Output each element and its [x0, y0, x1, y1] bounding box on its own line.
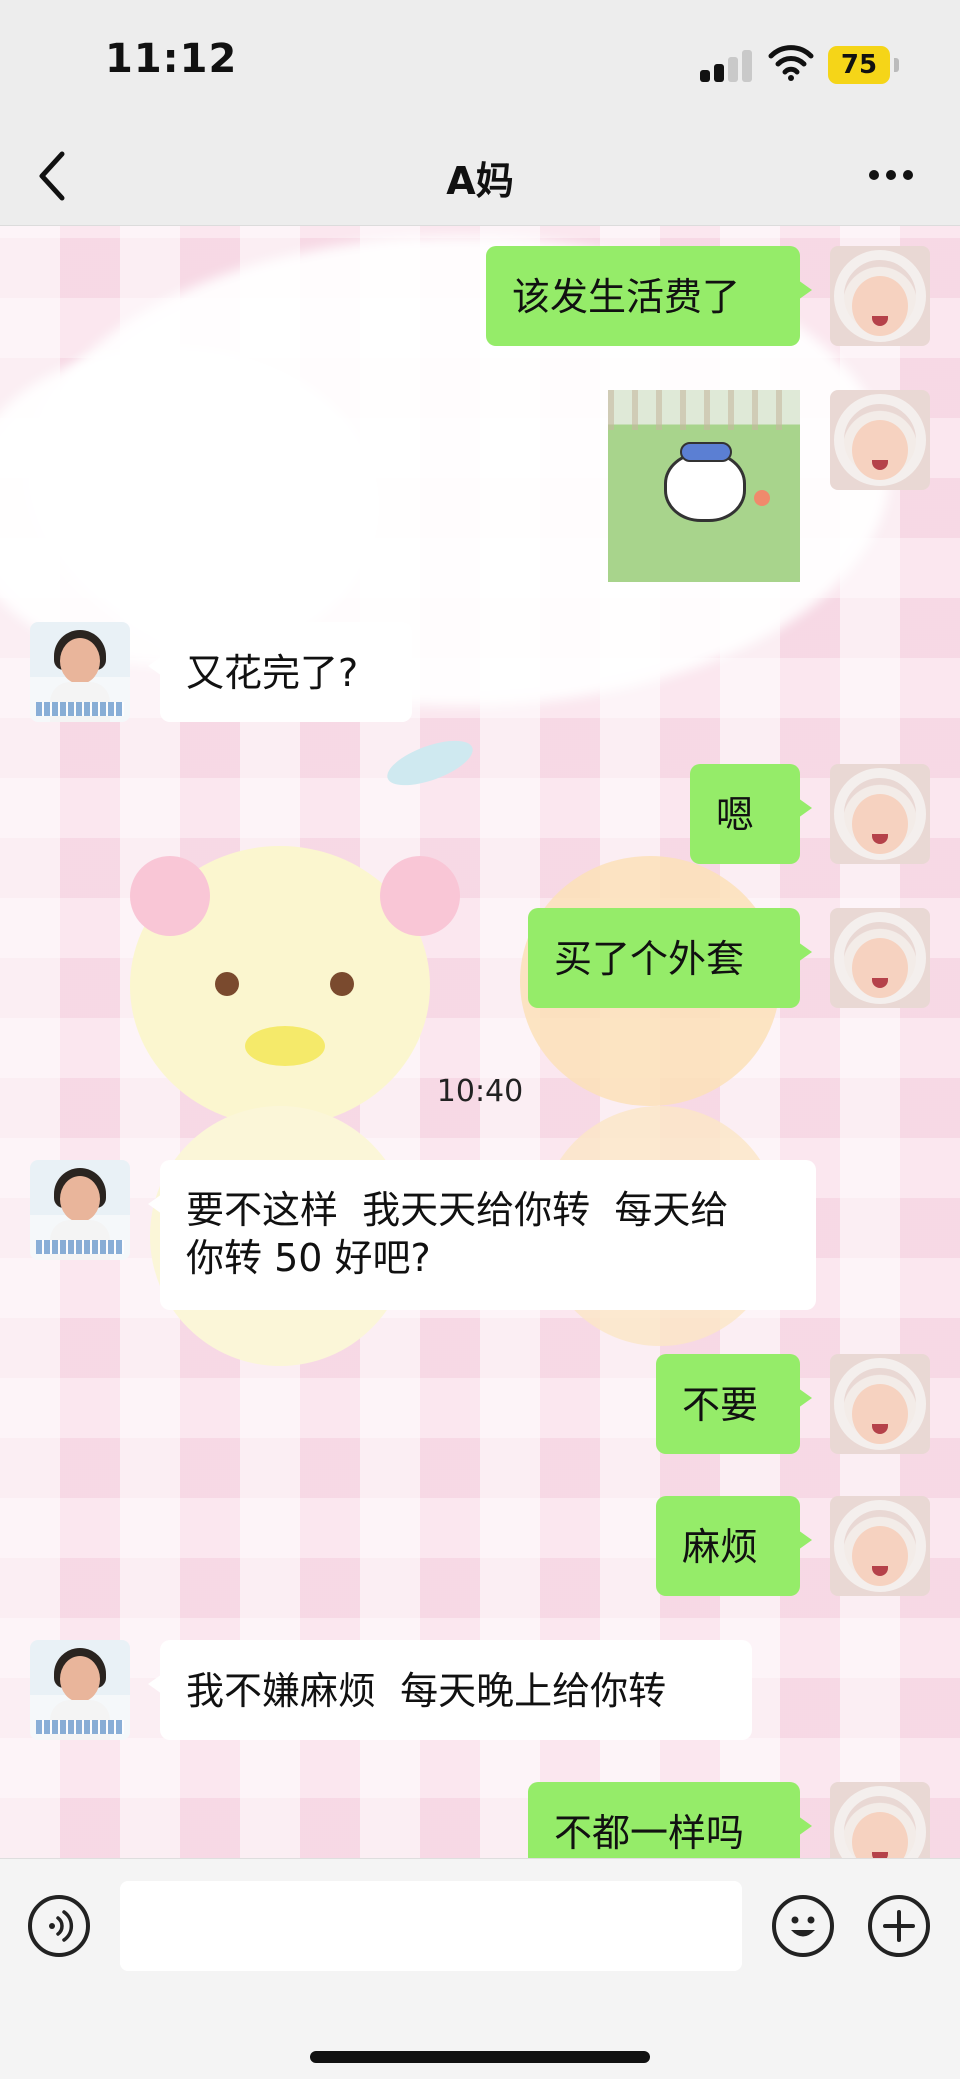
- message-bubble-incoming[interactable]: 我不嫌麻烦 每天晚上给你转: [148, 1640, 752, 1740]
- background-bear-yellow-eye: [215, 972, 239, 996]
- input-bar: [0, 1858, 960, 2079]
- more-options-icon[interactable]: [866, 160, 916, 190]
- avatar-self[interactable]: [830, 764, 930, 864]
- background-bear-yellow-eye: [330, 972, 354, 996]
- message-bubble-outgoing[interactable]: 不都一样吗: [528, 1782, 812, 1858]
- message-bubble-outgoing[interactable]: 嗯: [690, 764, 812, 864]
- avatar-contact[interactable]: [30, 1640, 130, 1740]
- battery-indicator: 75: [828, 46, 890, 84]
- message-bubble-outgoing[interactable]: 买了个外套: [528, 908, 812, 1008]
- background-bone: [381, 731, 479, 795]
- message-bubble-incoming[interactable]: 要不这样 我天天给你转 每天给 你转 50 好吧?: [148, 1160, 816, 1310]
- avatar-self[interactable]: [830, 1354, 930, 1454]
- avatar-self[interactable]: [830, 246, 930, 346]
- avatar-contact[interactable]: [30, 1160, 130, 1260]
- background-bear-bow: [245, 1026, 325, 1066]
- voice-icon[interactable]: [28, 1895, 90, 1957]
- avatar-self[interactable]: [830, 390, 930, 490]
- cat-sticker-icon[interactable]: [608, 390, 800, 582]
- message-bubble-outgoing[interactable]: 麻烦: [656, 1496, 812, 1596]
- avatar-contact[interactable]: [30, 622, 130, 722]
- status-time: 11:12: [105, 36, 238, 82]
- status-bar: 11:12 75: [0, 0, 960, 130]
- chat-title: A妈: [446, 159, 514, 203]
- message-bubble-incoming[interactable]: 又花完了?: [148, 622, 412, 722]
- emoji-icon[interactable]: [772, 1895, 834, 1957]
- avatar-self[interactable]: [830, 908, 930, 1008]
- message-bubble-outgoing[interactable]: 不要: [656, 1354, 812, 1454]
- background-bear-yellow-ear: [380, 856, 460, 936]
- home-indicator: [310, 2051, 650, 2063]
- avatar-self[interactable]: [830, 1782, 930, 1858]
- avatar-self[interactable]: [830, 1496, 930, 1596]
- signal-icon: [700, 48, 756, 82]
- background-bear-yellow-ear: [130, 856, 210, 936]
- wifi-icon: [768, 45, 814, 81]
- message-input[interactable]: [120, 1881, 742, 1971]
- battery-tip: [894, 58, 899, 72]
- message-bubble-outgoing[interactable]: 该发生活费了: [486, 246, 812, 346]
- message-timestamp: 10:40: [436, 1074, 524, 1109]
- plus-icon[interactable]: [868, 1895, 930, 1957]
- chat-header: A妈: [0, 130, 960, 226]
- chat-area[interactable]: 该发生活费了 又花完了? 嗯 买了个外套 10:40 要不这样 我天天给你转 每…: [0, 226, 960, 1858]
